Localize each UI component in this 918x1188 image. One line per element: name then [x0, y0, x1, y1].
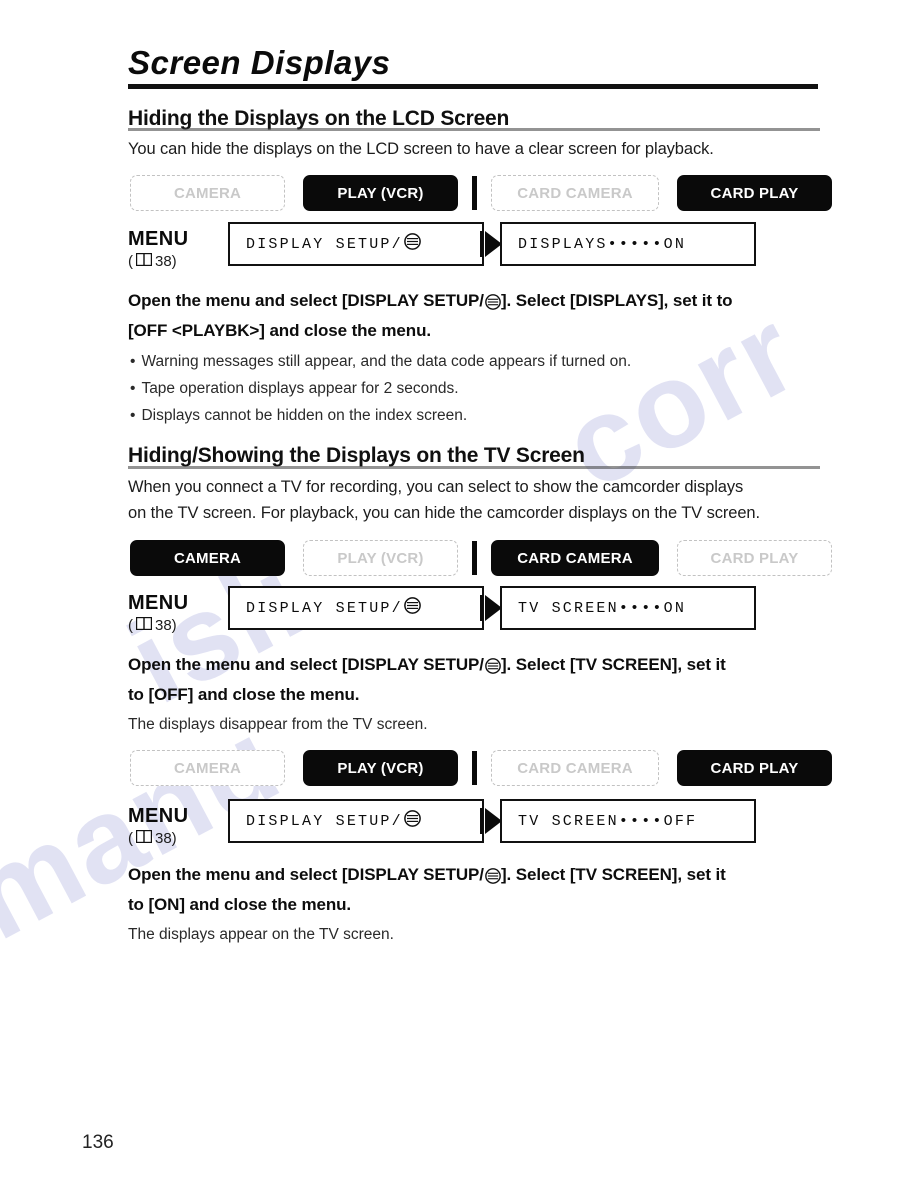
- bullet-dot: •: [130, 380, 136, 397]
- mode-badge-separator: [472, 541, 477, 575]
- menu-box-tv-screen-off[interactable]: TV SCREEN••••OFF: [500, 799, 756, 843]
- instruction-text-line2: to [OFF] and close the menu.: [128, 685, 360, 704]
- menu-label-3: MENU ( 38): [128, 805, 223, 847]
- arrow-bar: [480, 595, 483, 621]
- paren-open: (: [128, 253, 133, 270]
- display-setup-icon: [403, 597, 421, 619]
- menu-box-text: DISPLAY SETUP/: [246, 812, 403, 830]
- paren-open: (: [128, 617, 133, 634]
- menu-page-reference: ( 38): [128, 616, 223, 634]
- menu-box-display-setup-2[interactable]: DISPLAY SETUP/: [228, 586, 484, 630]
- mode-badge-row-3: CAMERA PLAY (VCR) CARD CAMERA CARD PLAY: [130, 749, 832, 787]
- list-item: • Displays cannot be hidden on the index …: [130, 402, 830, 429]
- menu-box-displays-on[interactable]: DISPLAYS•••••ON: [500, 222, 756, 266]
- mode-badge-camera[interactable]: CAMERA: [130, 175, 285, 211]
- mode-badge-play-vcr[interactable]: PLAY (VCR): [303, 750, 458, 786]
- display-setup-icon: [485, 292, 501, 318]
- section-intro-tv-line2: on the TV screen. For playback, you can …: [128, 504, 760, 522]
- menu-word: MENU: [128, 592, 189, 614]
- page-number: 136: [82, 1132, 114, 1153]
- menu-box-tv-screen-on[interactable]: TV SCREEN••••ON: [500, 586, 756, 630]
- mode-badge-row-1: CAMERA PLAY (VCR) CARD CAMERA CARD PLAY: [130, 174, 832, 212]
- mode-badge-card-camera[interactable]: CARD CAMERA: [491, 750, 659, 786]
- title-divider: [128, 84, 818, 89]
- page-title: Screen Displays: [128, 44, 391, 81]
- menu-page-reference: ( 38): [128, 829, 223, 847]
- mode-badge-separator: [472, 751, 477, 785]
- menu-box-text: DISPLAY SETUP/: [246, 599, 403, 617]
- list-item: • Warning messages still appear, and the …: [130, 348, 830, 375]
- note-tv-off: The displays disappear from the TV scree…: [128, 716, 428, 733]
- instruction-text-line2: [OFF <PLAYBK>] and close the menu.: [128, 321, 431, 340]
- menu-page-reference: ( 38): [128, 252, 223, 270]
- menu-label-2: MENU ( 38): [128, 592, 223, 634]
- instruction-text-part1: Open the menu and select [DISPLAY SETUP/: [128, 291, 484, 310]
- menu-box-display-setup-3[interactable]: DISPLAY SETUP/: [228, 799, 484, 843]
- mode-badge-camera[interactable]: CAMERA: [130, 540, 285, 576]
- menu-word: MENU: [128, 805, 189, 827]
- bullet-list-lcd: • Warning messages still appear, and the …: [130, 348, 830, 429]
- display-setup-icon: [485, 656, 501, 682]
- section-heading-tv: Hiding/Showing the Displays on the TV Sc…: [128, 444, 585, 467]
- list-item-text: Displays cannot be hidden on the index s…: [141, 407, 468, 424]
- bullet-dot: •: [130, 353, 136, 370]
- section-intro-tv: When you connect a TV for recording, you…: [128, 474, 838, 526]
- bullet-dot: •: [130, 407, 136, 424]
- section-intro-lcd: You can hide the displays on the LCD scr…: [128, 140, 714, 158]
- menu-box-display-setup-1[interactable]: DISPLAY SETUP/: [228, 222, 484, 266]
- section-divider-lcd: [128, 128, 820, 131]
- section-divider-tv: [128, 466, 820, 469]
- instruction-tv-on: Open the menu and select [DISPLAY SETUP/…: [128, 862, 838, 918]
- instruction-text-part1: Open the menu and select [DISPLAY SETUP/: [128, 655, 484, 674]
- instruction-text-line2: to [ON] and close the menu.: [128, 895, 352, 914]
- list-item-text: Warning messages still appear, and the d…: [141, 353, 632, 370]
- menu-block-3: MENU ( 38) DISPLAY SETUP/ TV SCREEN••••O…: [128, 799, 828, 855]
- note-tv-on: The displays appear on the TV screen.: [128, 926, 394, 943]
- mode-badge-card-camera[interactable]: CARD CAMERA: [491, 175, 659, 211]
- instruction-tv-off: Open the menu and select [DISPLAY SETUP/…: [128, 652, 838, 708]
- manual-page: Screen Displays Hiding the Displays on t…: [0, 0, 918, 1188]
- menu-word: MENU: [128, 228, 189, 250]
- arrow-bar: [480, 808, 483, 834]
- menu-page-number: 38): [155, 253, 177, 270]
- menu-page-number: 38): [155, 830, 177, 847]
- instruction-text-part1: Open the menu and select [DISPLAY SETUP/: [128, 865, 484, 884]
- instruction-text-part2: ]. Select [DISPLAYS], set it to: [500, 291, 733, 310]
- menu-box-text: DISPLAY SETUP/: [246, 235, 403, 253]
- book-icon: [135, 829, 153, 847]
- mode-badge-card-camera[interactable]: CARD CAMERA: [491, 540, 659, 576]
- menu-block-1: MENU ( 38) DISPLAY SETUP/ DISPLAYS•••••O…: [128, 222, 828, 278]
- menu-label-1: MENU ( 38): [128, 228, 223, 270]
- book-icon: [135, 252, 153, 270]
- mode-badge-row-2: CAMERA PLAY (VCR) CARD CAMERA CARD PLAY: [130, 539, 832, 577]
- mode-badge-card-play[interactable]: CARD PLAY: [677, 540, 832, 576]
- instruction-text-part2: ]. Select [TV SCREEN], set it: [500, 655, 726, 674]
- section-intro-tv-line1: When you connect a TV for recording, you…: [128, 478, 744, 496]
- menu-page-number: 38): [155, 617, 177, 634]
- mode-badge-play-vcr[interactable]: PLAY (VCR): [303, 540, 458, 576]
- mode-badge-play-vcr[interactable]: PLAY (VCR): [303, 175, 458, 211]
- list-item-text: Tape operation displays appear for 2 sec…: [141, 380, 459, 397]
- display-setup-icon: [485, 866, 501, 892]
- instruction-lcd: Open the menu and select [DISPLAY SETUP/…: [128, 288, 828, 344]
- display-setup-icon: [403, 233, 421, 255]
- mode-badge-card-play[interactable]: CARD PLAY: [677, 750, 832, 786]
- display-setup-icon: [403, 810, 421, 832]
- paren-open: (: [128, 830, 133, 847]
- instruction-text-part2: ]. Select [TV SCREEN], set it: [500, 865, 726, 884]
- list-item: • Tape operation displays appear for 2 se…: [130, 375, 830, 402]
- mode-badge-separator: [472, 176, 477, 210]
- menu-block-2: MENU ( 38) DISPLAY SETUP/ TV SCREEN••••O…: [128, 586, 828, 642]
- mode-badge-card-play[interactable]: CARD PLAY: [677, 175, 832, 211]
- mode-badge-camera[interactable]: CAMERA: [130, 750, 285, 786]
- book-icon: [135, 616, 153, 634]
- arrow-bar: [480, 231, 483, 257]
